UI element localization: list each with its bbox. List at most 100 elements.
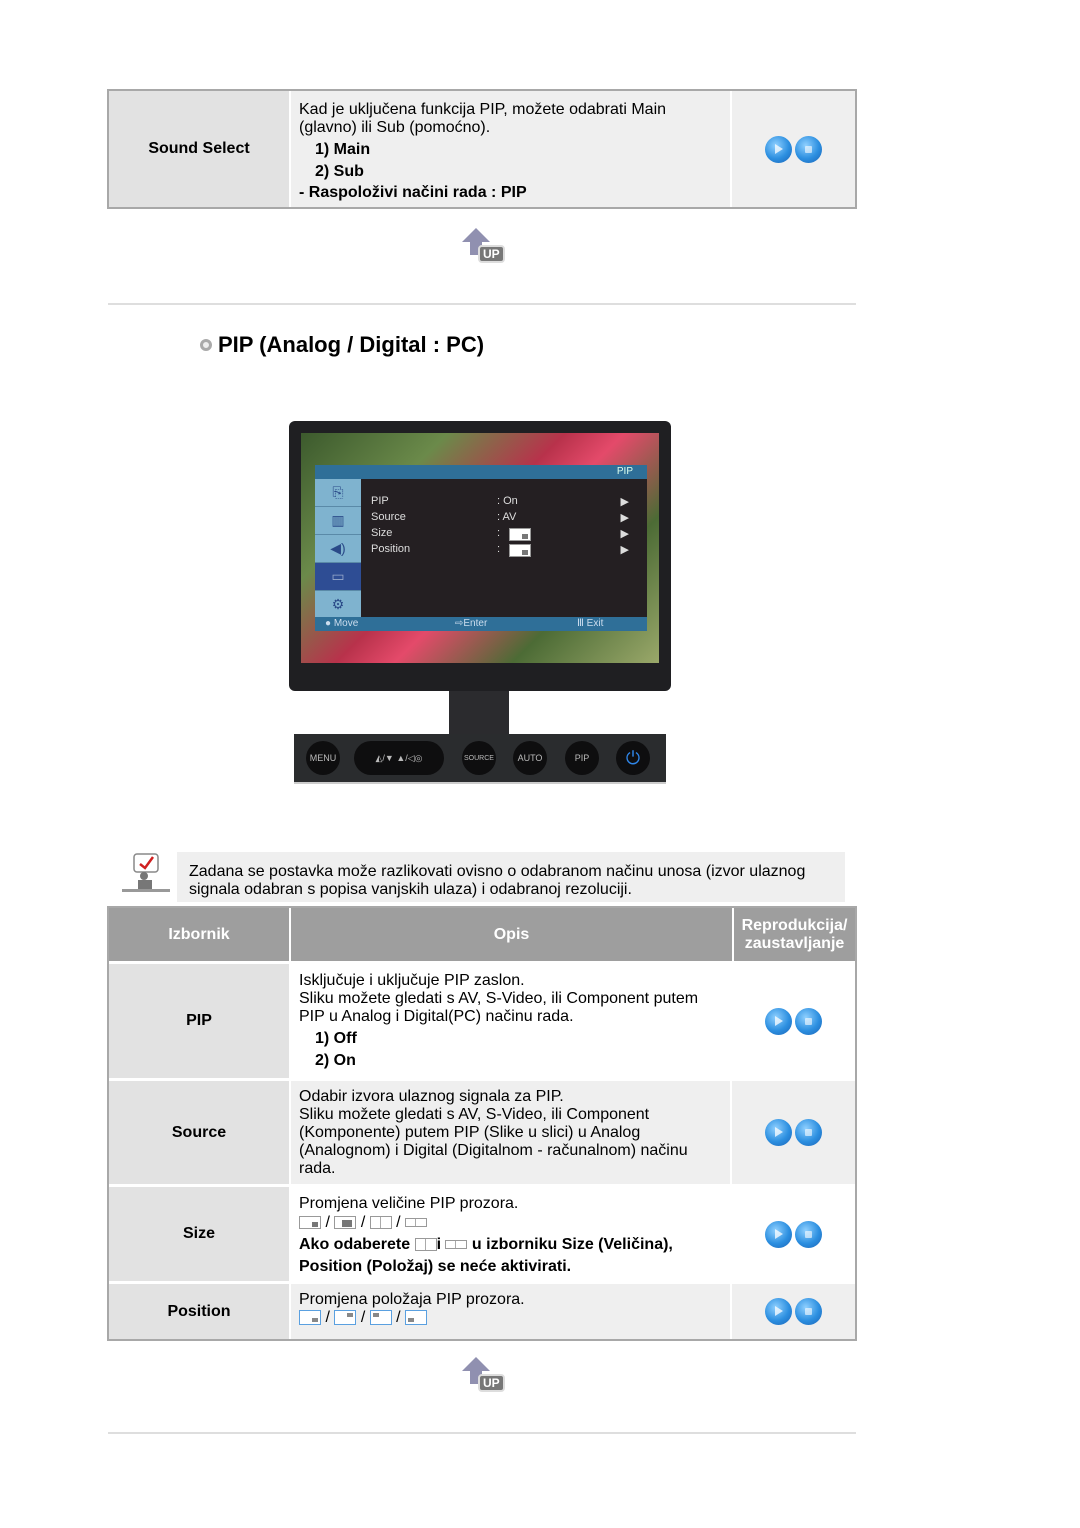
menu-cell: PIP <box>109 964 291 1078</box>
size-double-wide-icon <box>405 1218 428 1228</box>
sound-select-table: Sound Select Kad je uključena funkcija P… <box>107 89 857 209</box>
monitor-stand <box>449 691 509 735</box>
play-icon[interactable] <box>765 1298 792 1325</box>
modes-note: - Raspoloživi načini rada : PIP <box>299 184 527 201</box>
osd-label: PIP <box>371 495 389 507</box>
warning-text: Position (Položaj) se neće aktivirati. <box>299 1258 572 1275</box>
arrow-right-icon: ▶ <box>620 544 629 556</box>
desc-line: Kad je uključena funkcija PIP, možete od… <box>299 101 667 118</box>
play-stop-button[interactable] <box>765 1119 822 1146</box>
separator: / <box>325 1309 330 1326</box>
up-link[interactable]: UP <box>458 228 508 264</box>
play-icon[interactable] <box>765 1220 792 1248</box>
circle-bullet-icon <box>200 339 212 351</box>
osd-label: Position <box>371 543 411 555</box>
size-small-icon <box>299 1216 321 1230</box>
stop-icon[interactable] <box>795 1119 822 1146</box>
separator: / <box>396 1309 401 1326</box>
arrow-right-icon: ▶ <box>620 528 629 540</box>
option-main: 1) Main <box>315 141 371 158</box>
warning-text: i <box>436 1236 446 1253</box>
menu-cell: Sound Select <box>109 91 291 207</box>
header-description: Opis <box>291 908 734 961</box>
size-large-icon <box>334 1216 357 1230</box>
stop-icon[interactable] <box>795 1007 822 1035</box>
osd-sidebar: ⎘ ▥ ◀) ▭ ⚙ <box>315 479 361 619</box>
desc-line: (glavno) ili Sub (pomoćno). <box>299 119 491 136</box>
stop-icon[interactable] <box>795 1220 822 1248</box>
position-bottom-right-icon <box>299 1310 321 1326</box>
play-icon[interactable] <box>765 1007 792 1035</box>
position-bottom-left-icon <box>405 1310 428 1326</box>
header-playback: Reprodukcija/ zaustavljanje <box>741 916 848 952</box>
osd-value: : <box>497 527 501 539</box>
separator: / <box>360 1214 366 1231</box>
pip-button[interactable]: PIP <box>565 741 599 775</box>
header-menu: Izbornik <box>109 908 291 961</box>
desc-cell: Promjena veličine PIP prozora. / / / Ako… <box>291 1187 732 1281</box>
play-stop-button[interactable] <box>765 1220 822 1248</box>
option-sub: 2) Sub <box>315 163 364 180</box>
stop-icon[interactable] <box>795 135 822 163</box>
source-button[interactable]: SOURCE <box>462 741 496 775</box>
osd-item-pip: PIP : On ▶ <box>371 495 637 508</box>
table-row: Source Odabir izvora ulaznog signala za … <box>109 1078 855 1184</box>
section-title-text: PIP (Analog / Digital : PC) <box>218 332 485 357</box>
section-title: PIP (Analog / Digital : PC) <box>200 332 484 358</box>
separator: / <box>396 1214 401 1231</box>
power-button[interactable]: ⏻ <box>616 741 650 775</box>
desc-cell: Isključuje i uključuje PIP zaslon. Sliku… <box>291 964 732 1078</box>
desc-line: rada. <box>299 1160 336 1177</box>
osd-label: Size <box>371 527 393 539</box>
play-stop-button[interactable] <box>765 1007 822 1035</box>
adjust-button[interactable]: ◭/▼ ▲/◁◎ <box>354 741 444 775</box>
arrow-right-icon: ▶ <box>620 512 629 524</box>
play-cell <box>732 1081 855 1184</box>
menu-cell: Source <box>109 1081 291 1184</box>
input-icon: ⎘ <box>315 479 361 507</box>
osd-item-source: Source : AV ▶ <box>371 511 637 524</box>
up-arrow-icon <box>462 1357 490 1371</box>
play-stop-button[interactable] <box>765 135 822 163</box>
size-double-icon <box>369 1216 392 1230</box>
note-line: Zadana se postavka može razlikovati ovis… <box>189 863 806 880</box>
play-cell <box>732 964 855 1078</box>
osd-title: PIP <box>315 465 647 479</box>
play-cell <box>732 1187 855 1281</box>
osd-move: ● Move <box>325 618 359 629</box>
arrow-right-icon: ▶ <box>620 496 629 508</box>
monitor-image: PIP ⎘ ▥ ◀) ▭ ⚙ PIP : On ▶ Source : AV ▶ … <box>289 421 671 691</box>
desc-line: (Komponente) putem PIP (Slike u slici) u… <box>299 1124 641 1141</box>
size-icon <box>509 528 531 541</box>
up-link[interactable]: UP <box>458 1357 508 1393</box>
osd-menu: PIP ⎘ ▥ ◀) ▭ ⚙ PIP : On ▶ Source : AV ▶ … <box>315 465 647 631</box>
size-double-icon <box>414 1238 437 1252</box>
play-icon[interactable] <box>765 1119 792 1146</box>
size-options: / / / <box>299 1214 722 1232</box>
osd-footer: ● Move ⇨Enter Ⅲ Exit <box>315 617 647 631</box>
desc-line: Isključuje i uključuje PIP zaslon. <box>299 972 525 989</box>
desc-cell: Promjena položaja PIP prozora. / / / <box>291 1284 732 1339</box>
auto-button[interactable]: AUTO <box>513 741 547 775</box>
divider <box>108 303 856 305</box>
osd-value: : On <box>497 495 518 507</box>
warning-text: u izborniku Size (Veličina), <box>467 1236 673 1253</box>
size-warning: Ako odaberete i u izborniku Size (Veliči… <box>299 1234 722 1256</box>
position-top-left-icon <box>369 1310 392 1326</box>
pip-icon: ▭ <box>315 563 361 591</box>
desc-line: Promjena položaja PIP prozora. <box>299 1291 525 1308</box>
divider <box>108 1432 856 1434</box>
desc-line: PIP u Analog i Digital(PC) načinu rada. <box>299 1008 574 1025</box>
warning-text: Ako odaberete <box>299 1236 415 1253</box>
separator: / <box>360 1309 366 1326</box>
stop-icon[interactable] <box>795 1298 822 1325</box>
play-icon[interactable] <box>765 135 792 163</box>
osd-label: Source <box>371 511 406 523</box>
position-top-right-icon <box>334 1310 357 1326</box>
osd-enter: ⇨Enter <box>455 618 488 629</box>
note-box: Zadana se postavka može razlikovati ovis… <box>177 852 845 902</box>
desc-cell: Kad je uključena funkcija PIP, možete od… <box>291 91 732 207</box>
position-icon <box>509 544 531 557</box>
menu-button[interactable]: MENU <box>306 741 340 775</box>
play-stop-button[interactable] <box>765 1298 822 1325</box>
